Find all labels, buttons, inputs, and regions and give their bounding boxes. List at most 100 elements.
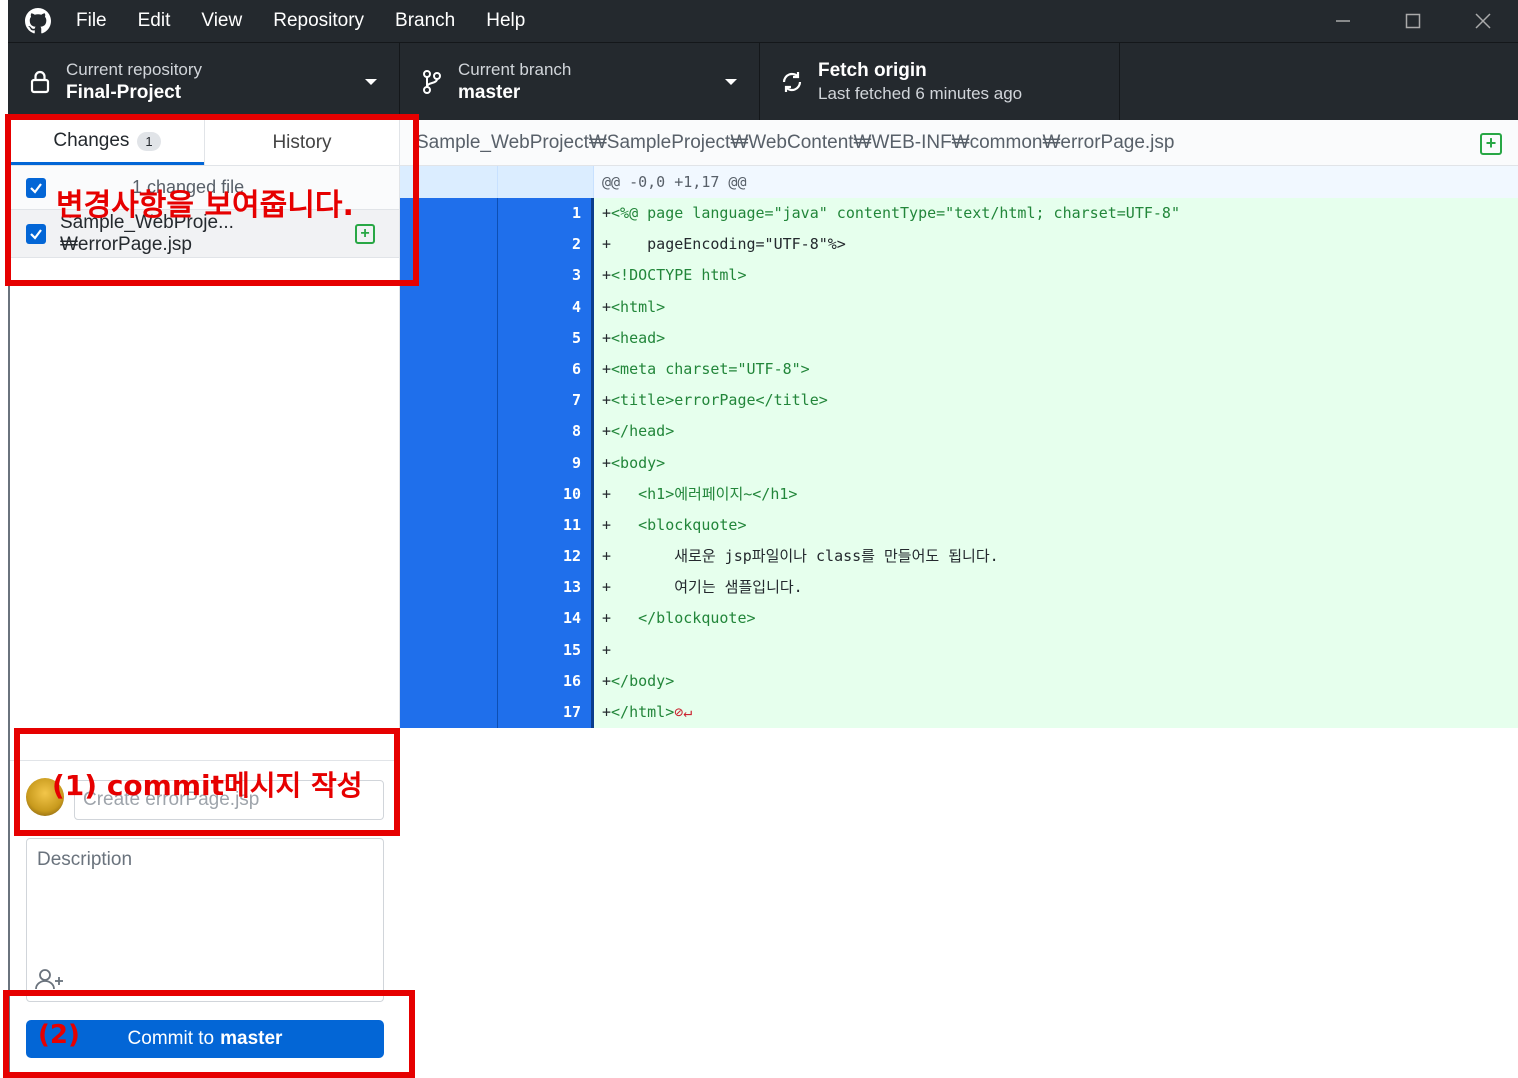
maximize-icon[interactable] <box>1378 0 1448 42</box>
old-line-number <box>400 353 498 386</box>
old-line-number <box>400 541 498 573</box>
diff-line-prefix: + <box>602 266 612 285</box>
diff-line-row[interactable]: 13 + 여기는 샘플입니다. <box>400 572 1518 604</box>
menu-edit[interactable]: Edit <box>138 10 171 32</box>
diff-line-row[interactable]: 8 +</head> <box>400 416 1518 448</box>
new-line-number: 14 <box>498 603 594 635</box>
diff-line-row[interactable]: 16 +</body> <box>400 665 1518 697</box>
diff-line-prefix: + <box>602 204 612 222</box>
diff-line-row[interactable]: 1 +<%@ page language="java" contentType="… <box>400 198 1518 230</box>
diff-line-prefix: + <box>602 359 612 378</box>
old-line-number <box>400 385 498 417</box>
current-branch-label: Current branch <box>458 60 572 79</box>
old-line-number <box>400 572 498 604</box>
sync-icon <box>780 70 804 94</box>
commit-description-input[interactable]: Description <box>26 838 384 1002</box>
old-line-number <box>400 447 498 479</box>
new-line-number: 15 <box>498 634 594 666</box>
add-coauthor-icon[interactable] <box>35 967 65 991</box>
diff-line-row[interactable]: 15 + <box>400 634 1518 666</box>
diff-line-text: pageEncoding="UTF-8"%> <box>611 235 846 254</box>
diff-line-code: +<head> <box>594 322 1518 354</box>
diff-line-text: <body> <box>611 453 666 472</box>
diff-line-prefix: + <box>602 671 612 690</box>
new-line-number: 6 <box>498 353 594 386</box>
new-line-number: 9 <box>498 447 594 479</box>
diff-line-prefix: + <box>602 703 612 721</box>
diff-line-text: <head> <box>611 328 666 347</box>
diff-line-prefix: + <box>602 453 612 472</box>
annotation-commit-button-note: (2) <box>38 1020 80 1050</box>
diff-line-row[interactable]: 17 +</html>⊘↵ <box>400 697 1518 729</box>
new-line-number: 3 <box>498 260 594 292</box>
diff-line-row[interactable]: 14 + </blockquote> <box>400 603 1518 635</box>
diff-line-text: <h1>에러페이지~</h1> <box>611 484 798 503</box>
menu-view[interactable]: View <box>201 10 242 32</box>
github-logo-icon <box>24 7 52 35</box>
diff-line-prefix: + <box>602 547 612 566</box>
new-line-number: 16 <box>498 665 594 697</box>
diff-line-row[interactable]: 6 +<meta charset="UTF-8"> <box>400 353 1518 386</box>
diff-line-text: <title>errorPage</title> <box>611 391 828 410</box>
diff-header: Sample_WebProject₩SampleProject₩WebConte… <box>400 120 1518 166</box>
diff-line-prefix: + <box>602 640 612 659</box>
annotation-changes-note: 변경사항을 보여줍니다. <box>56 188 354 223</box>
current-branch-button[interactable]: Current branch master <box>400 43 760 121</box>
diff-line-row[interactable]: 11 + <blockquote> <box>400 509 1518 542</box>
diff-line-row[interactable]: 5 +<head> <box>400 322 1518 354</box>
old-line-number <box>400 509 498 542</box>
new-line-number: 12 <box>498 541 594 573</box>
diff-line-code: + 새로운 jsp파일이나 class를 만들어도 됩니다. <box>594 541 1518 573</box>
diff-line-code: +</head> <box>594 416 1518 448</box>
diff-line-prefix: + <box>602 578 612 597</box>
menu-help[interactable]: Help <box>486 10 525 32</box>
diff-line-row[interactable]: 10 + <h1>에러페이지~</h1> <box>400 478 1518 510</box>
last-fetched-text: Last fetched 6 minutes ago <box>818 84 1023 103</box>
diff-line-row[interactable]: 2 + pageEncoding="UTF-8"%> <box>400 229 1518 261</box>
diff-line-text: </html> <box>611 703 675 721</box>
new-line-number: 17 <box>498 697 594 729</box>
menu-branch[interactable]: Branch <box>395 10 455 32</box>
diff-line-text: <%@ page language="java" contentType="te… <box>611 204 1180 222</box>
current-repository-button[interactable]: Current repository Final-Project <box>8 43 400 121</box>
new-line-number: 13 <box>498 572 594 604</box>
minimize-icon[interactable] <box>1308 0 1378 42</box>
old-line-number <box>400 603 498 635</box>
title-bar: File Edit View Repository Branch Help <box>8 0 1518 42</box>
diff-line-code: +<html> <box>594 291 1518 323</box>
current-branch-value: master <box>458 82 521 103</box>
old-line-number <box>400 291 498 323</box>
diff-line-row[interactable]: 12 + 새로운 jsp파일이나 class를 만들어도 됩니다. <box>400 541 1518 573</box>
diff-line-row[interactable]: 9 +<body> <box>400 447 1518 479</box>
diff-line-prefix: + <box>602 297 612 316</box>
diff-line-code: + pageEncoding="UTF-8"%> <box>594 229 1518 261</box>
diff-line-row[interactable]: 4 +<html> <box>400 291 1518 323</box>
diff-line-code: + <blockquote> <box>594 509 1518 542</box>
diff-line-text: </body> <box>611 671 675 690</box>
diff-line-prefix: + <box>602 235 612 254</box>
branch-icon <box>420 70 444 94</box>
diff-line-code: +</html>⊘↵ <box>594 697 1518 729</box>
old-line-number <box>400 322 498 354</box>
diff-line-code: + </blockquote> <box>594 603 1518 635</box>
diff-line-code: +<body> <box>594 447 1518 479</box>
menu-file[interactable]: File <box>76 10 107 32</box>
diff-line-text: </blockquote> <box>611 609 756 628</box>
close-icon[interactable] <box>1448 0 1518 42</box>
diff-line-text: <html> <box>611 297 666 316</box>
menu-repository[interactable]: Repository <box>273 10 364 32</box>
diff-line-prefix: + <box>602 422 612 441</box>
diff-line-prefix: + <box>602 484 612 503</box>
annotation-commit-message-note: (1) commit메시지 작성 <box>52 769 363 802</box>
diff-line-prefix: + <box>602 515 612 534</box>
new-line-number: 5 <box>498 322 594 354</box>
new-line-number: 7 <box>498 385 594 417</box>
diff-line-row[interactable]: 7 +<title>errorPage</title> <box>400 385 1518 417</box>
fetch-origin-button[interactable]: Fetch origin Last fetched 6 minutes ago <box>760 43 1120 121</box>
diff-line-row[interactable]: 3 +<!DOCTYPE html> <box>400 260 1518 292</box>
diff-line-text: 새로운 jsp파일이나 class를 만들어도 됩니다. <box>611 547 999 566</box>
chevron-down-icon <box>725 79 737 85</box>
diff-line-code: + <h1>에러페이지~</h1> <box>594 478 1518 510</box>
old-line-number <box>400 665 498 697</box>
new-line-number: 11 <box>498 509 594 542</box>
